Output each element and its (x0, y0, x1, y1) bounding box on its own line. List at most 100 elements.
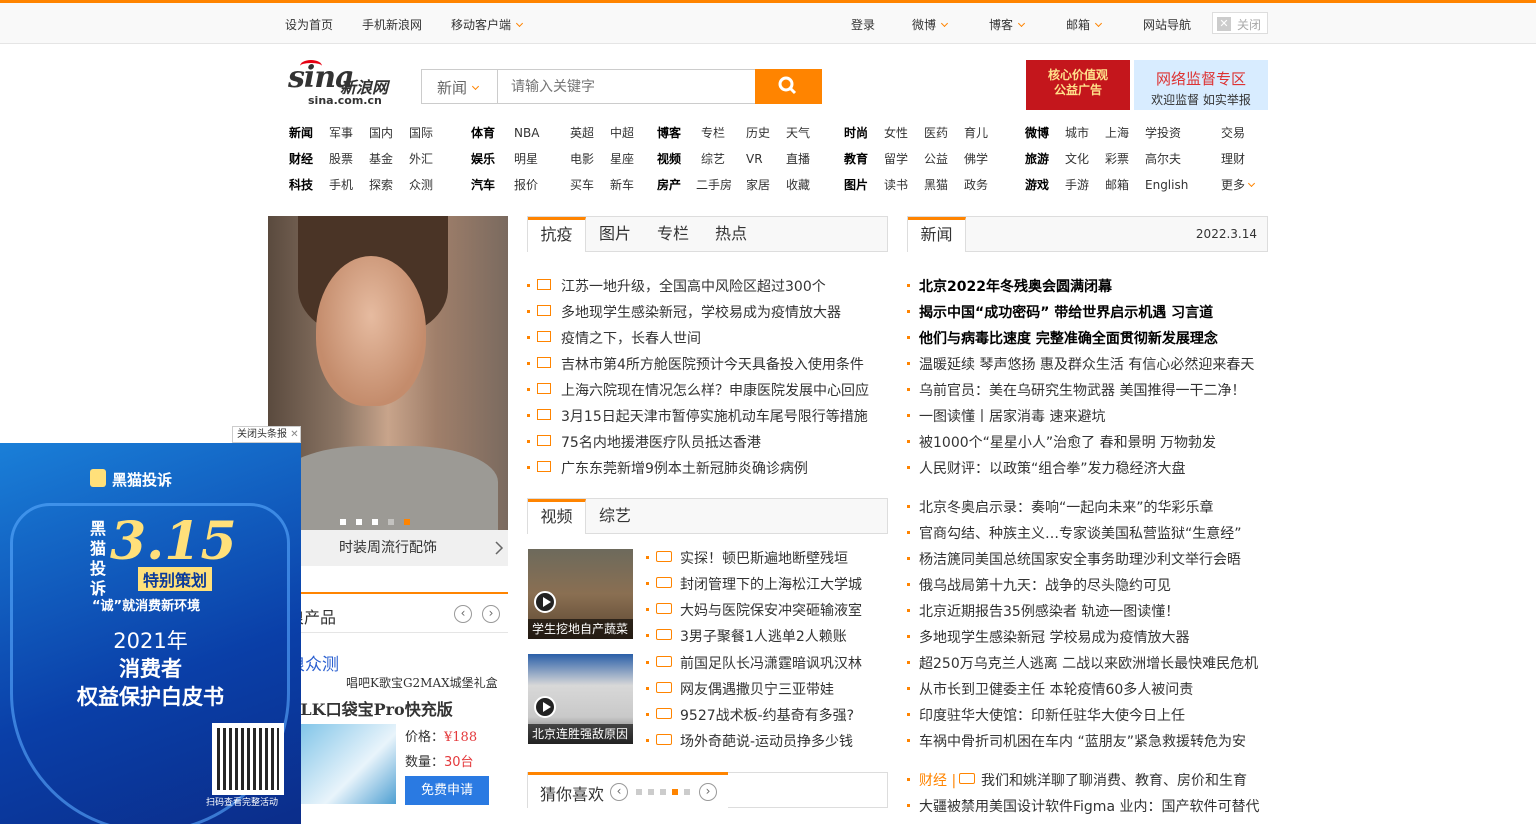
topbar-close-button[interactable]: ✕ 关闭 (1212, 12, 1268, 34)
slide-dot[interactable] (372, 519, 378, 525)
nav-link[interactable]: 城市 (1065, 125, 1105, 141)
page-dot[interactable] (636, 789, 642, 795)
nav-link[interactable]: 明星 (514, 151, 570, 167)
nav-link[interactable]: 理财 (1221, 151, 1245, 167)
nav-link[interactable]: 国内 (369, 125, 409, 141)
set-home-link[interactable]: 设为首页 (285, 16, 333, 33)
nav-link[interactable]: 国际 (409, 125, 433, 141)
nav-link[interactable]: 军事 (329, 125, 369, 141)
nav-link[interactable]: 留学 (884, 151, 924, 167)
nav-link[interactable]: 图片 (844, 177, 884, 193)
nav-link[interactable]: 汽车 (471, 177, 514, 193)
mobile-client-menu[interactable]: 移动客户端 (451, 16, 524, 33)
floating-ad[interactable]: 黑猫投诉 黑猫投诉 3.15 特别策划 “诚”就消费新环境 2021年 消费者 … (0, 443, 301, 824)
tab-pictures[interactable]: 图片 (586, 217, 644, 252)
nav-link[interactable]: 佛学 (964, 151, 988, 167)
nav-link[interactable]: 上海 (1105, 125, 1145, 141)
nav-link[interactable]: 家居 (746, 177, 786, 193)
nav-link[interactable]: 教育 (844, 151, 884, 167)
nav-link[interactable]: 手游 (1065, 177, 1105, 193)
nav-link[interactable]: 众测 (409, 177, 433, 193)
nav-link[interactable]: VR (746, 151, 786, 167)
nav-link[interactable]: 电影 (570, 151, 610, 167)
login-link[interactable]: 登录 (851, 16, 875, 33)
nav-link[interactable]: 学投资 (1145, 125, 1181, 141)
nav-more-link[interactable]: 更多 (1221, 177, 1245, 193)
nav-link[interactable]: 专栏 (701, 125, 746, 141)
tab-news[interactable]: 新闻 (908, 217, 966, 252)
product-image[interactable] (298, 724, 396, 804)
finance-label[interactable]: 财经 | (919, 770, 956, 790)
nav-link[interactable]: NBA (514, 125, 570, 141)
top-banner-ad[interactable]: 核心价值观 公益广告 网络监督专区 欢迎监督 如实举报 (1026, 60, 1268, 110)
nav-link[interactable]: 买车 (570, 177, 610, 193)
nav-link[interactable]: 直播 (786, 151, 810, 167)
tab-columns[interactable]: 专栏 (644, 217, 702, 252)
nav-link[interactable]: 彩票 (1105, 151, 1145, 167)
mobile-sina-link[interactable]: 手机新浪网 (362, 16, 422, 33)
nav-link[interactable]: 外汇 (409, 151, 433, 167)
chevron-right-icon[interactable]: › (699, 783, 717, 801)
nav-link[interactable]: 综艺 (701, 151, 746, 167)
slide-dot[interactable] (340, 519, 346, 525)
nav-link[interactable]: 股票 (329, 151, 369, 167)
product-name[interactable]: ALK口袋宝Pro快充版 (288, 696, 453, 720)
slide-dot[interactable] (388, 519, 394, 525)
nav-link[interactable]: 文化 (1065, 151, 1105, 167)
ad-close-button[interactable]: 关闭头条报 ✕ (232, 426, 301, 443)
nav-link[interactable]: 房产 (657, 177, 696, 193)
nav-link[interactable]: 读书 (884, 177, 924, 193)
nav-link[interactable]: 政务 (964, 177, 988, 193)
nav-link[interactable]: 基金 (369, 151, 409, 167)
apply-button[interactable]: 免费申请 (405, 776, 489, 805)
video-thumb[interactable]: 学生挖地自产蔬菜 (528, 549, 633, 639)
nav-link[interactable]: 收藏 (786, 177, 810, 193)
nav-link[interactable]: 中超 (610, 125, 634, 141)
nav-link[interactable]: 报价 (514, 177, 570, 193)
nav-link[interactable]: 公益 (924, 151, 964, 167)
nav-link[interactable]: 天气 (786, 125, 810, 141)
chevron-left-icon[interactable]: ‹ (454, 605, 472, 623)
page-dot[interactable] (684, 789, 690, 795)
nav-link[interactable]: 医药 (924, 125, 964, 141)
nav-link[interactable]: 微博 (1025, 125, 1065, 141)
sina-logo[interactable]: sina 新浪网 sina.com.cn (288, 60, 408, 108)
nav-link[interactable]: 视频 (657, 151, 701, 167)
chevron-right-icon[interactable] (494, 541, 504, 555)
nav-link[interactable]: 游戏 (1025, 177, 1065, 193)
nav-link[interactable]: 时尚 (844, 125, 884, 141)
photo-slideshow[interactable]: 时装周流行配饰 (268, 216, 508, 566)
nav-link[interactable]: 黑猫 (924, 177, 964, 193)
nav-link[interactable]: 星座 (610, 151, 634, 167)
page-dot[interactable] (648, 789, 654, 795)
search-input[interactable] (499, 70, 757, 103)
product-item-name[interactable]: 唱吧K歌宝G2MAX城堡礼盒 (346, 674, 498, 691)
search-category-select[interactable]: 新闻 (422, 70, 498, 103)
nav-link[interactable]: 手机 (329, 177, 369, 193)
search-button[interactable] (755, 69, 822, 104)
nav-link[interactable]: 探索 (369, 177, 409, 193)
video-thumb[interactable]: 北京连胜强敌原因 (528, 654, 633, 744)
nav-link[interactable]: 娱乐 (471, 151, 514, 167)
nav-link[interactable]: 交易 (1221, 125, 1245, 141)
nav-link[interactable]: English (1145, 177, 1188, 193)
nav-link[interactable]: 二手房 (696, 177, 746, 193)
site-nav-link[interactable]: 网站导航 (1143, 16, 1191, 33)
nav-link[interactable]: 英超 (570, 125, 610, 141)
nav-link[interactable]: 育儿 (964, 125, 988, 141)
mail-menu[interactable]: 邮箱 (1066, 16, 1103, 33)
nav-link[interactable]: 科技 (289, 177, 329, 193)
tab-hot[interactable]: 热点 (702, 217, 760, 252)
tab-variety[interactable]: 综艺 (586, 499, 644, 534)
tab-video[interactable]: 视频 (528, 499, 586, 534)
nav-link[interactable]: 高尔夫 (1145, 151, 1181, 167)
nav-link[interactable]: 新闻 (289, 125, 329, 141)
nav-link[interactable]: 财经 (289, 151, 329, 167)
nav-link[interactable]: 博客 (657, 125, 701, 141)
nav-link[interactable]: 旅游 (1025, 151, 1065, 167)
page-dot-active[interactable] (672, 789, 678, 795)
chevron-right-icon[interactable]: › (482, 605, 500, 623)
weibo-menu[interactable]: 微博 (912, 16, 949, 33)
nav-link[interactable]: 历史 (746, 125, 786, 141)
nav-link[interactable]: 体育 (471, 125, 514, 141)
